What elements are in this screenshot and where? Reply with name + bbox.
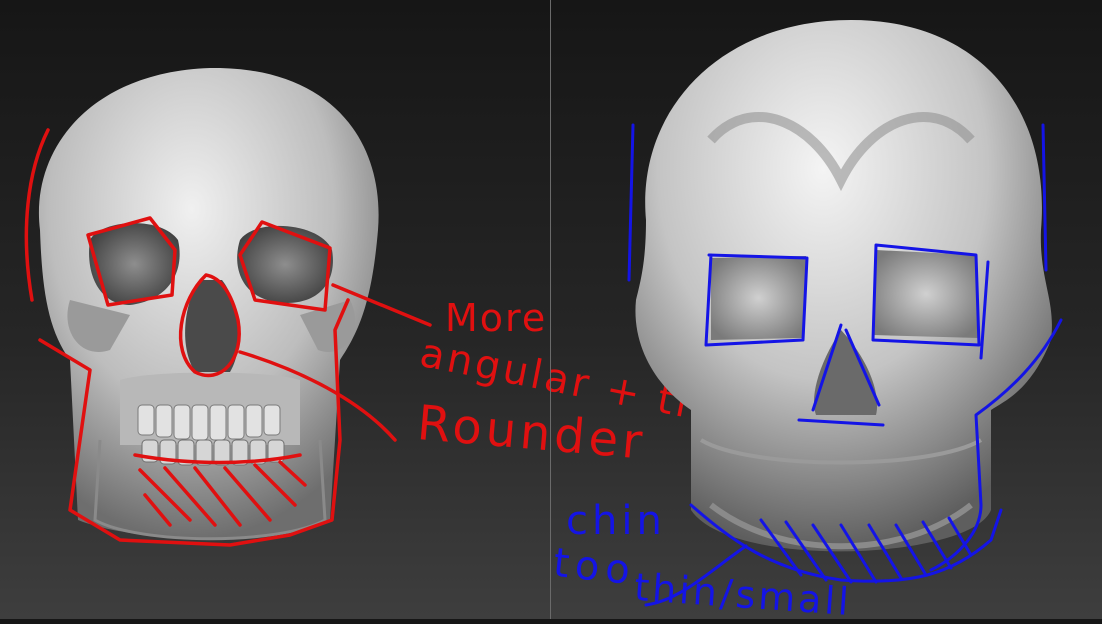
cranium: [635, 20, 1052, 552]
more-note: More: [445, 296, 548, 340]
right-side-stroke: [1041, 123, 1048, 272]
right-eye-socket: [873, 250, 979, 338]
left-side-stroke: [627, 123, 635, 282]
chin-note: chin: [566, 498, 666, 544]
left-eye-socket: [711, 256, 806, 340]
too-note: too: [551, 540, 639, 595]
